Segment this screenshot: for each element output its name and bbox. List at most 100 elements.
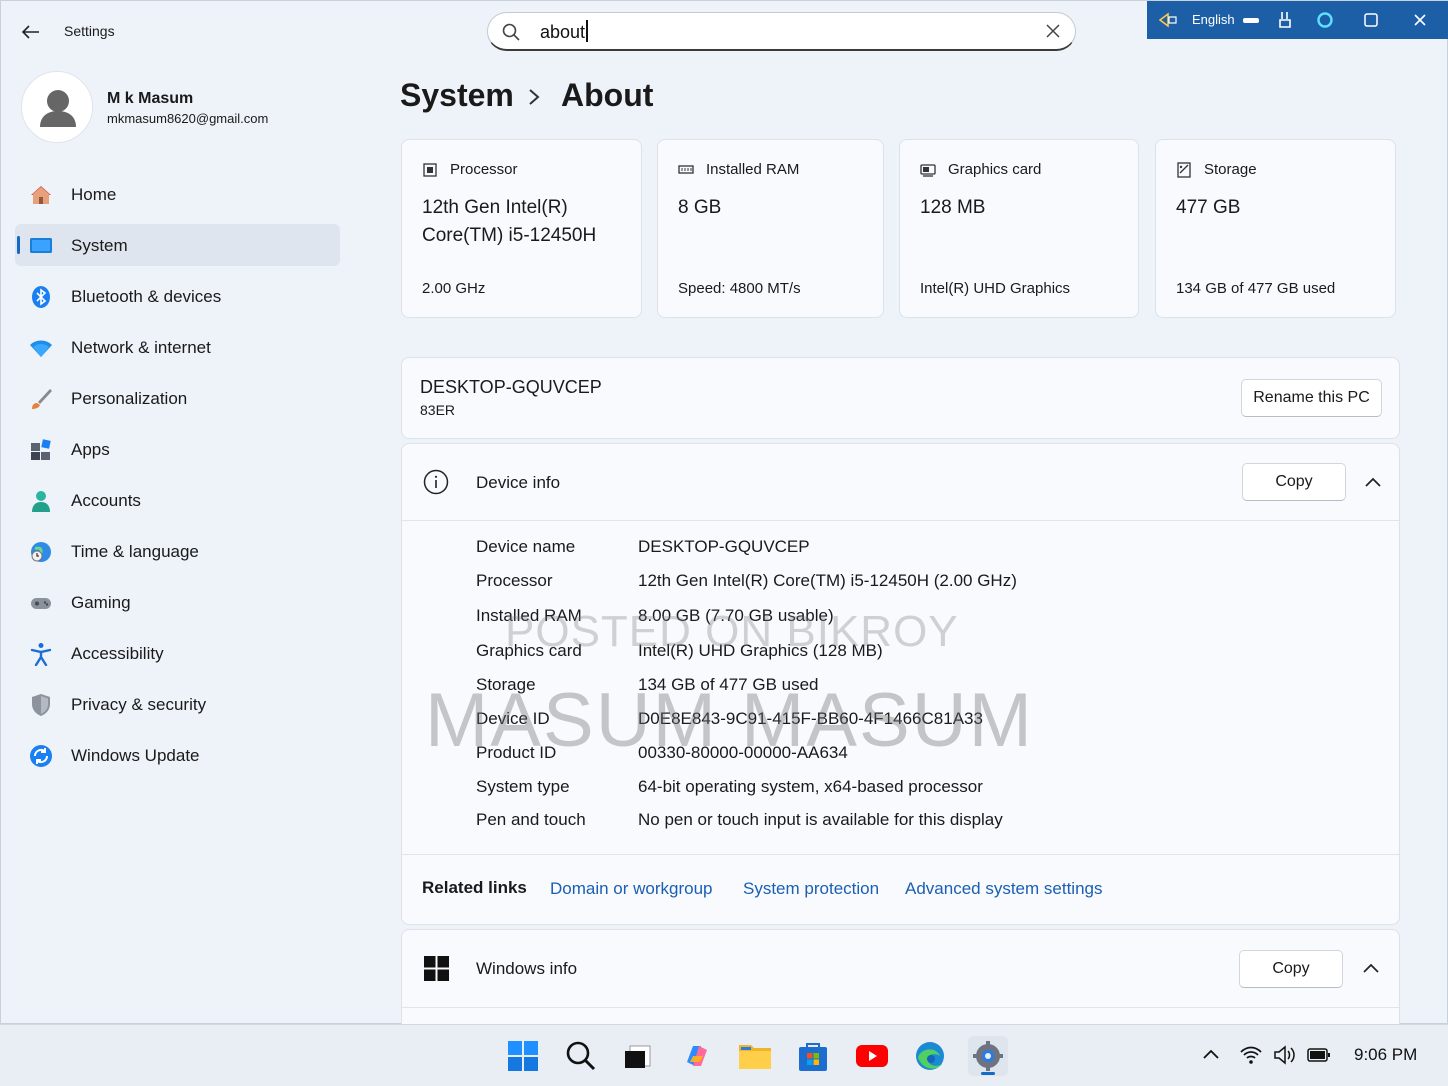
battery-icon[interactable] <box>1307 1044 1331 1066</box>
rename-pc-button[interactable]: Rename this PC <box>1241 379 1382 417</box>
sidebar-item-windows-update[interactable]: Windows Update <box>15 734 340 776</box>
spec-card-storage: Storage 477 GB 134 GB of 477 GB used <box>1155 139 1396 318</box>
search-box[interactable] <box>487 12 1076 51</box>
active-indicator <box>17 236 20 254</box>
chevron-up-icon[interactable] <box>1362 960 1380 978</box>
sidebar-item-apps[interactable]: Apps <box>15 428 340 470</box>
title-bar: Settings English <box>1 1 1448 61</box>
system-icon <box>30 238 52 253</box>
task-view-button[interactable] <box>617 1036 657 1076</box>
app-title: Settings <box>64 23 115 39</box>
back-button[interactable] <box>15 19 47 45</box>
device-info-divider <box>402 520 1399 521</box>
sidebar-item-privacy[interactable]: Privacy & security <box>15 683 340 725</box>
sidebar-nav: Home System Bluetooth & devices Network … <box>15 173 340 785</box>
start-icon <box>508 1041 538 1071</box>
account-icon <box>32 491 50 512</box>
arrow-left-icon <box>22 25 39 39</box>
chevron-up-icon[interactable] <box>1364 474 1382 492</box>
update-icon <box>30 745 52 767</box>
info-icon <box>423 469 449 495</box>
accessibility-icon <box>30 643 52 666</box>
info-row-pen-touch: Pen and touch No pen or touch input is av… <box>476 810 1003 829</box>
language-icon[interactable] <box>1159 12 1177 28</box>
search-icon <box>566 1041 596 1071</box>
youtube-icon <box>856 1045 888 1067</box>
maximize-icon[interactable] <box>1361 10 1381 30</box>
file-explorer-button[interactable] <box>735 1036 775 1076</box>
windows-info-title: Windows info <box>476 959 578 978</box>
info-row-storage: Storage 134 GB of 477 GB used <box>476 675 819 694</box>
avatar[interactable] <box>21 71 93 143</box>
windows-info-copy-button[interactable]: Copy <box>1239 950 1343 988</box>
edge-button[interactable] <box>910 1036 950 1076</box>
info-row-installed-ram: Installed RAM 8.00 GB (7.70 GB usable) <box>476 606 834 625</box>
info-row-graphics-card: Graphics card Intel(R) UHD Graphics (128 … <box>476 641 883 660</box>
info-row-processor: Processor 12th Gen Intel(R) Core(TM) i5-1… <box>476 571 1017 590</box>
wifi-icon[interactable] <box>1239 1044 1263 1066</box>
system-overlay-bar: English <box>1147 1 1448 39</box>
sidebar-item-personalization[interactable]: Personalization <box>15 377 340 419</box>
ram-icon <box>678 165 694 174</box>
copilot-button[interactable] <box>677 1036 717 1076</box>
store-button[interactable] <box>793 1036 833 1076</box>
settings-taskbar-button[interactable] <box>968 1036 1008 1076</box>
minimize-bar-icon[interactable] <box>1243 18 1259 23</box>
search-icon <box>502 23 520 41</box>
sidebar-item-system[interactable]: System <box>15 224 340 266</box>
cpu-icon <box>423 163 437 177</box>
language-label[interactable]: English <box>1192 12 1235 27</box>
sidebar-item-home[interactable]: Home <box>15 173 340 215</box>
device-info-title: Device info <box>476 473 561 492</box>
gamepad-icon <box>31 598 51 609</box>
home-icon <box>31 186 51 204</box>
link-system-protection[interactable]: System protection <box>743 879 879 899</box>
search-input[interactable] <box>540 20 1020 44</box>
gpu-icon <box>920 164 936 177</box>
edge-icon <box>916 1042 944 1070</box>
info-row-device-id: Device ID D0E8E843-9C91-415F-BB60-4F1466C… <box>476 709 983 728</box>
globe-clock-icon <box>31 542 51 562</box>
sidebar-item-network[interactable]: Network & internet <box>15 326 340 368</box>
sidebar-item-accounts[interactable]: Accounts <box>15 479 340 521</box>
breadcrumb-parent[interactable]: System <box>400 77 514 114</box>
user-icon <box>40 90 76 127</box>
sidebar-item-time-language[interactable]: Time & language <box>15 530 340 572</box>
user-name: M k Masum <box>107 90 194 107</box>
brush-icon <box>32 389 52 409</box>
close-window-icon[interactable] <box>1410 10 1430 30</box>
volume-icon[interactable] <box>1273 1044 1297 1066</box>
info-row-product-id: Product ID 00330-80000-00000-AA634 <box>476 743 848 762</box>
close-icon[interactable] <box>1045 23 1061 39</box>
active-app-indicator <box>981 1072 995 1075</box>
chevron-up-icon[interactable] <box>1199 1044 1223 1066</box>
spec-card-graphics: Graphics card 128 MB Intel(R) UHD Graphi… <box>899 139 1139 318</box>
windows-info-divider <box>402 1007 1399 1008</box>
windows-logo-icon <box>424 956 449 981</box>
link-domain-workgroup[interactable]: Domain or workgroup <box>550 879 713 899</box>
start-button[interactable] <box>503 1036 543 1076</box>
storage-icon <box>1177 162 1191 178</box>
wifi-icon <box>30 340 52 357</box>
link-advanced-system-settings[interactable]: Advanced system settings <box>905 879 1102 899</box>
folder-icon <box>739 1045 771 1069</box>
sidebar-item-bluetooth[interactable]: Bluetooth & devices <box>15 275 340 317</box>
gear-icon <box>973 1041 1003 1071</box>
clock[interactable]: 9:06 PM <box>1354 1045 1417 1065</box>
shield-icon <box>32 694 50 716</box>
rabbit-icon[interactable] <box>1275 10 1295 30</box>
related-links-divider <box>402 854 1399 855</box>
store-icon <box>799 1043 827 1071</box>
youtube-button[interactable] <box>852 1036 892 1076</box>
taskbar-search-button[interactable] <box>561 1036 601 1076</box>
text-cursor <box>586 20 588 42</box>
user-email: mkmasum8620@gmail.com <box>107 111 269 126</box>
sidebar-item-gaming[interactable]: Gaming <box>15 581 340 623</box>
apps-icon <box>31 439 51 460</box>
ring-icon[interactable] <box>1315 10 1335 30</box>
bluetooth-icon <box>32 286 50 308</box>
related-links-title: Related links <box>422 878 527 897</box>
device-info-copy-button[interactable]: Copy <box>1242 463 1346 501</box>
sidebar-item-accessibility[interactable]: Accessibility <box>15 632 340 674</box>
settings-window: Settings English M k Masum mkmasum8620@g… <box>0 0 1448 1024</box>
